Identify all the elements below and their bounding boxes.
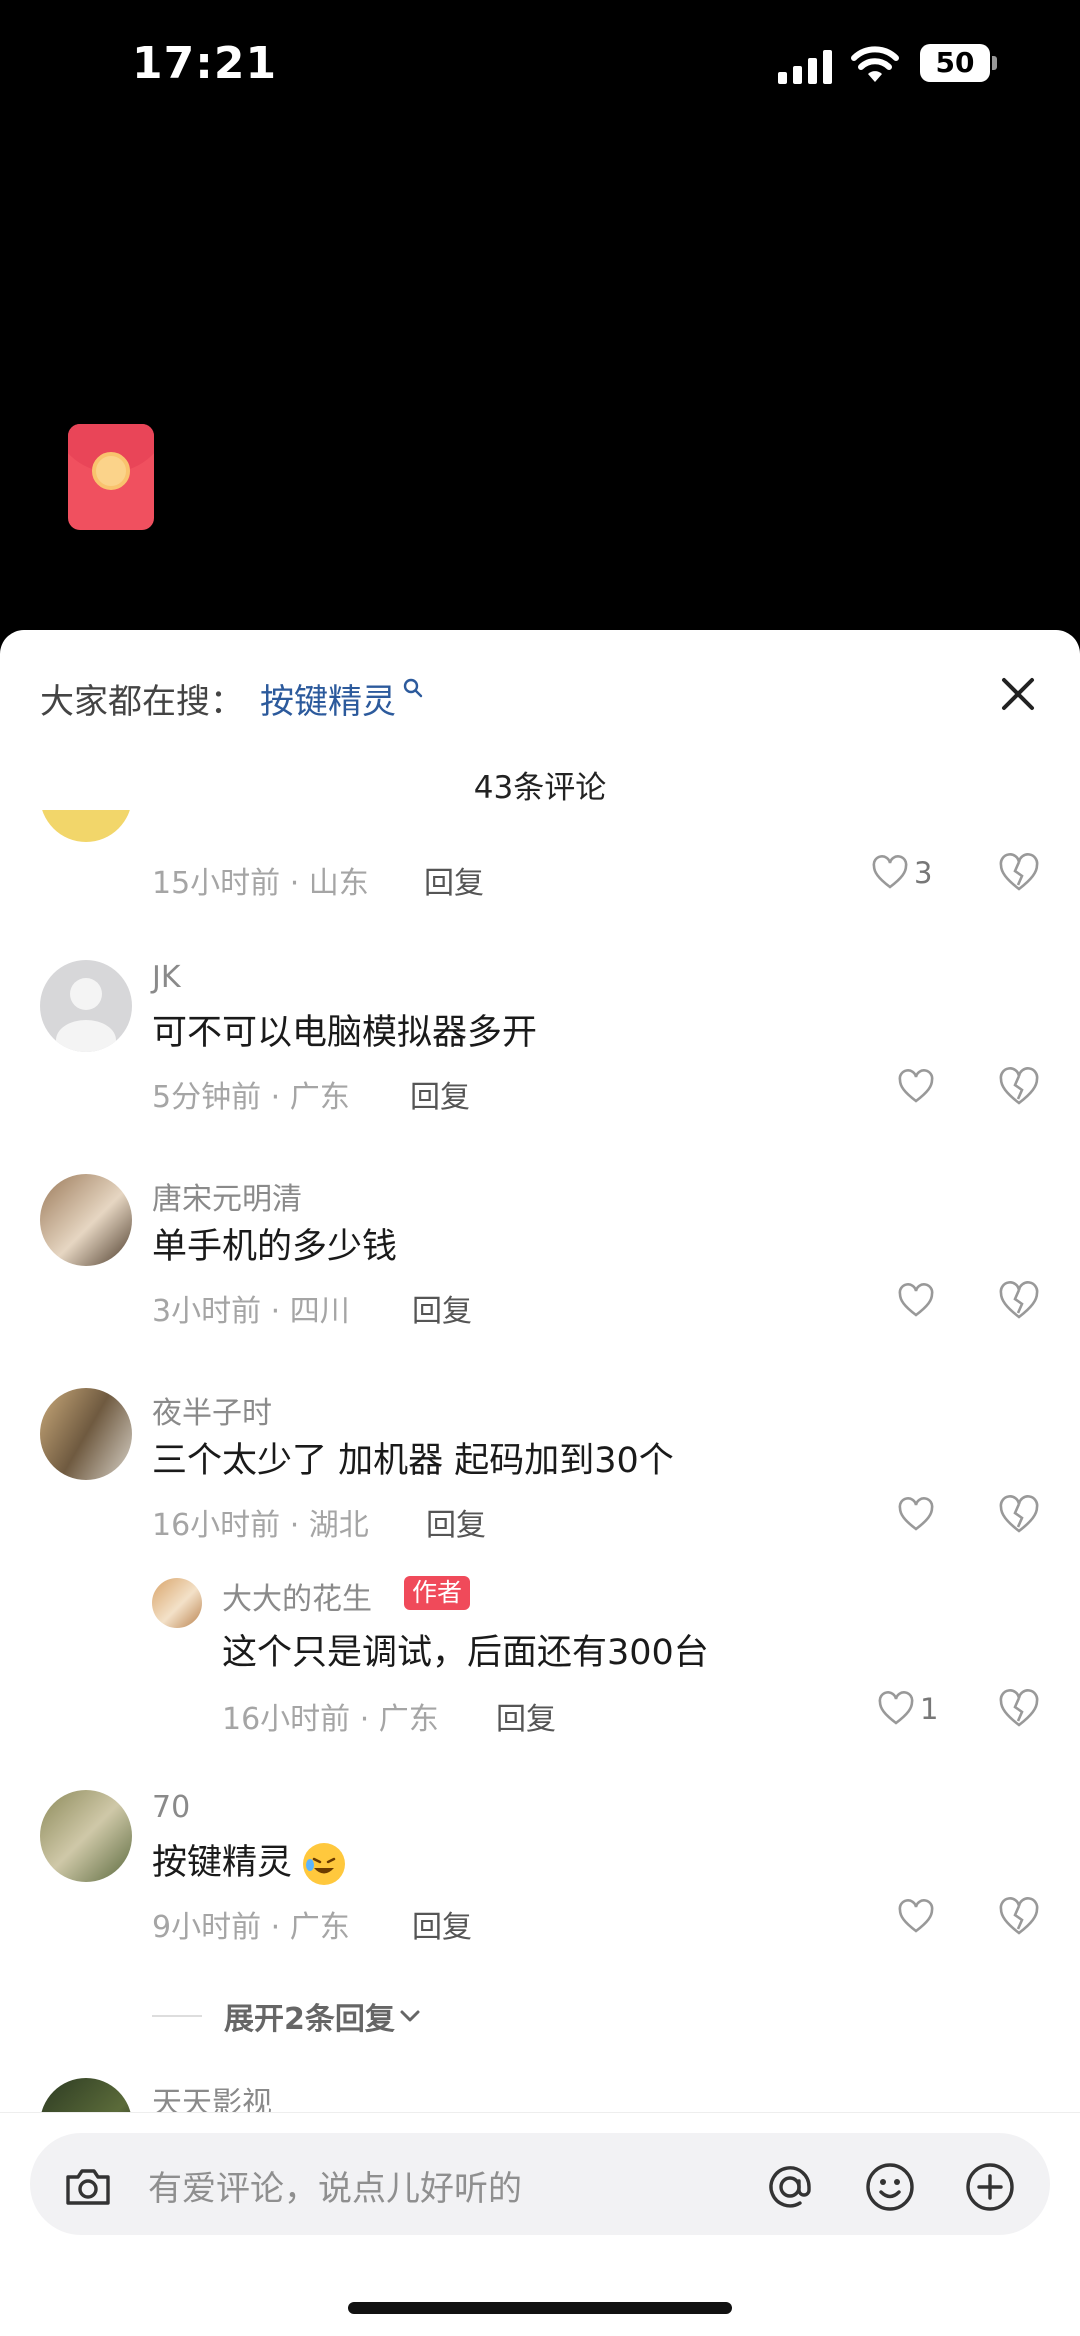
status-bar: 17:21 50 (0, 0, 1080, 130)
input-placeholder: 有爱评论，说点儿好听的 (148, 2169, 522, 2209)
expand-replies-label: 展开2条回复 (224, 2002, 395, 2037)
broken-heart-icon[interactable] (996, 1894, 1042, 1940)
like-button[interactable] (896, 1062, 936, 1112)
red-envelope-icon[interactable] (68, 424, 154, 530)
comment-meta: 3小时前 · 四川 (152, 1294, 350, 1329)
laughing-emoji-icon (303, 1843, 346, 1885)
comment-text-content: 按键精灵 (152, 1843, 293, 1883)
broken-heart-icon[interactable] (996, 1492, 1042, 1538)
comment-text: 单手机的多少钱 (152, 1227, 398, 1267)
comment-username[interactable]: JK (152, 960, 181, 995)
comment-text: 这个只是调试，后面还有300台 (222, 1633, 709, 1673)
comment-meta: 5分钟前 · 广东 (152, 1080, 350, 1115)
avatar[interactable] (40, 1790, 132, 1882)
plus-icon[interactable] (962, 2159, 1018, 2215)
comment-list[interactable]: 15小时前 · 山东 回复 3 JK 可不可以电脑模拟器多开 5分钟前 · 广东… (0, 810, 1080, 2112)
heart-icon (898, 1069, 934, 1103)
avatar[interactable] (40, 1174, 132, 1266)
reply-button[interactable]: 回复 (412, 1286, 472, 1330)
comment-panel: 大家都在搜： 按键精灵 43条评论 15小时前 · 山东 回复 3 JK 可不可… (0, 630, 1080, 2336)
comment-meta: 9小时前 · 广东 (152, 1910, 350, 1945)
heart-icon (878, 1691, 914, 1725)
avatar[interactable] (40, 810, 132, 842)
comment-input[interactable]: 有爱评论，说点儿好听的 (30, 2133, 1050, 2235)
comment-username[interactable]: 70 (152, 1790, 190, 1825)
comment-meta: 16小时前 · 湖北 (152, 1508, 369, 1543)
emoji-icon[interactable] (862, 2159, 918, 2215)
status-time: 17:21 (132, 38, 278, 89)
heart-icon (898, 1899, 934, 1933)
comment-meta: 15小时前 · 山东 (152, 866, 369, 901)
avatar[interactable] (40, 2078, 132, 2112)
reply-button[interactable]: 回复 (424, 858, 484, 902)
avatar[interactable] (40, 960, 132, 1052)
broken-heart-icon[interactable] (996, 1278, 1042, 1324)
comment-text: 三个太少了 加机器 起码加到30个 (152, 1441, 674, 1481)
comment-text: 按键精灵 (152, 1834, 346, 1885)
broken-heart-icon[interactable] (996, 1686, 1042, 1732)
close-icon[interactable] (990, 666, 1046, 722)
heart-icon (872, 855, 908, 889)
like-count: 1 (920, 1692, 939, 1726)
signal-icon (778, 48, 834, 84)
screen: 17:21 50 大家都在搜： 按键精灵 43条评论 15小时前 · 山东 回复… (0, 0, 1080, 2336)
reply-button[interactable]: 回复 (412, 1902, 472, 1946)
like-button[interactable] (896, 1892, 936, 1942)
comment-username[interactable]: 唐宋元明清 (152, 1174, 302, 1218)
chevron-down-icon (400, 2010, 420, 2022)
comment-text: 可不可以电脑模拟器多开 (152, 1013, 538, 1053)
divider (152, 2015, 202, 2017)
comment-username[interactable]: 夜半子时 (152, 1388, 272, 1432)
like-button[interactable]: 3 (870, 848, 932, 898)
reply-button[interactable]: 回复 (496, 1694, 556, 1738)
battery-icon: 50 (920, 44, 997, 82)
comment-count-title: 43条评论 (473, 770, 607, 806)
reply-button[interactable]: 回复 (426, 1500, 486, 1544)
camera-icon[interactable] (60, 2159, 116, 2215)
at-icon[interactable] (762, 2159, 818, 2215)
like-button[interactable]: 1 (876, 1684, 938, 1734)
broken-heart-icon[interactable] (996, 1064, 1042, 1110)
author-badge: 作者 (404, 1576, 471, 1610)
like-count: 3 (914, 856, 933, 890)
battery-level: 50 (920, 44, 990, 82)
search-suggestion-prefix: 大家都在搜： (40, 681, 244, 722)
like-button[interactable] (896, 1276, 936, 1326)
wifi-icon (851, 46, 899, 82)
comment-meta: 16小时前 · 广东 (222, 1702, 439, 1737)
like-button[interactable] (896, 1490, 936, 1540)
search-icon (403, 678, 423, 698)
home-indicator[interactable] (348, 2302, 732, 2314)
comment-username[interactable]: 大大的花生 (222, 1574, 372, 1618)
avatar[interactable] (40, 1388, 132, 1480)
heart-icon (898, 1283, 934, 1317)
reply-button[interactable]: 回复 (410, 1072, 470, 1116)
heart-icon (898, 1497, 934, 1531)
comment-username[interactable]: 天天影视 (152, 2078, 272, 2112)
broken-heart-icon[interactable] (996, 850, 1042, 896)
search-suggestion[interactable]: 大家都在搜： 按键精灵 (40, 668, 424, 728)
avatar[interactable] (152, 1578, 202, 1628)
search-suggestion-term[interactable]: 按键精灵 (260, 674, 396, 723)
expand-replies-button[interactable]: 展开2条回复 (152, 1994, 425, 2038)
